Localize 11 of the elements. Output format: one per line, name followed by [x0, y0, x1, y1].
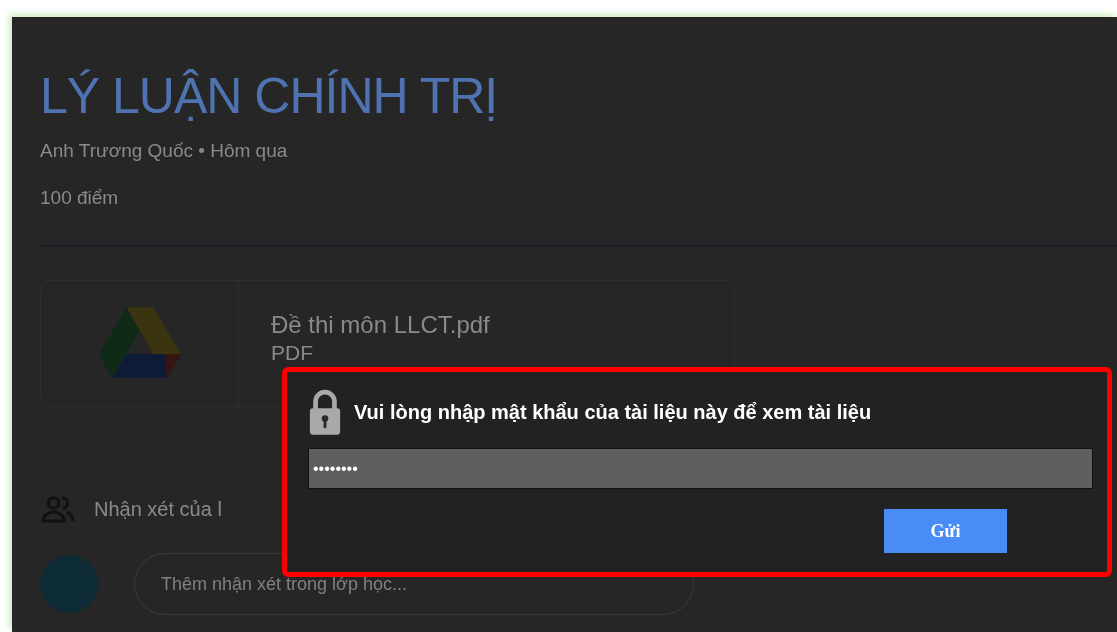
submit-button[interactable]: Gửi: [884, 509, 1007, 553]
assignment-title: LÝ LUẬN CHÍNH TRỊ: [40, 67, 499, 124]
password-field[interactable]: ••••••••: [308, 448, 1093, 489]
author-date: Anh Trương Quốc • Hôm qua: [40, 140, 289, 162]
file-name[interactable]: Đề thi môn LLCT.pdf: [271, 311, 490, 339]
comments-label: Nhận xét của l: [94, 497, 222, 521]
file-type: PDF: [271, 341, 314, 365]
lock-icon: [308, 388, 342, 436]
comment-field[interactable]: Thêm nhận xét trong lớp học...: [134, 553, 694, 615]
triangle-logo-icon: [98, 306, 181, 381]
points-label: 100 điểm: [40, 187, 120, 209]
